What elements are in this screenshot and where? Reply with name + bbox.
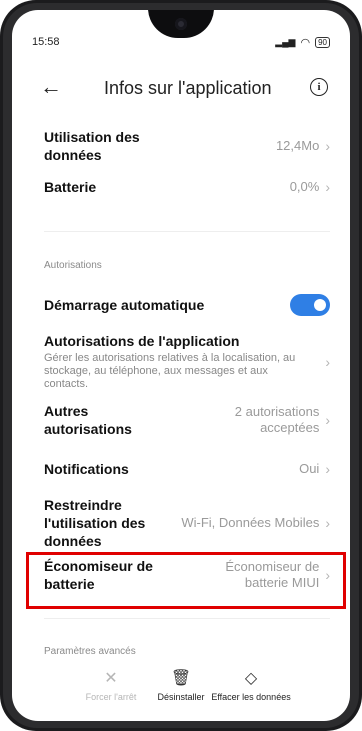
other-permissions-row[interactable]: Autres autorisations 2 autorisations acc… (44, 402, 330, 438)
status-time: 15:58 (32, 36, 60, 48)
signal-icon: ▂▄▆ (275, 36, 296, 47)
close-icon: ✕ (104, 670, 118, 687)
wifi-icon: ◠ (300, 36, 311, 49)
force-stop-button[interactable]: ✕ Forcer l'arrêt (78, 668, 144, 708)
divider (44, 231, 330, 232)
app-permissions-label: Autorisations de l'application (44, 333, 240, 349)
restrict-data-row[interactable]: Restreindre l'utilisation des données Wi… (44, 496, 330, 550)
camera-icon (175, 18, 187, 30)
uninstall-label: Désinstaller (157, 692, 205, 702)
other-permissions-label: Autres autorisations (44, 403, 132, 437)
clear-data-button[interactable]: ◇ Effacer les données (211, 668, 290, 708)
toggle-knob (314, 299, 326, 311)
info-icon[interactable]: i (310, 78, 328, 96)
chevron-right-icon: › (325, 461, 330, 477)
battery-label: Batterie (44, 179, 97, 195)
data-usage-value: 12,4Mo (275, 138, 320, 153)
other-permissions-value: 2 autorisations acceptées (234, 404, 320, 435)
notifications-label: Notifications (44, 461, 129, 477)
eraser-icon: ◇ (244, 670, 258, 687)
autostart-row[interactable]: Démarrage automatique (44, 294, 330, 316)
screen: 15:58 ▂▄▆ ◠ 90 ← Infos sur l'application… (12, 10, 350, 721)
notifications-row[interactable]: Notifications Oui › (44, 460, 330, 478)
battery-value: 0,0% (289, 179, 320, 194)
notifications-value: Oui (299, 461, 320, 476)
autostart-toggle[interactable] (290, 294, 330, 316)
status-icons: ▂▄▆ ◠ 90 (275, 36, 330, 49)
chevron-right-icon: › (325, 179, 330, 195)
section-permissions: Autorisations (44, 260, 102, 271)
app-permissions-subtitle: Gérer les autorisations relatives à la l… (44, 352, 296, 390)
app-bar: ← Infos sur l'application i (12, 68, 350, 108)
divider (44, 618, 330, 619)
restrict-data-label: Restreindre l'utilisation des données (44, 497, 146, 549)
chevron-right-icon: › (325, 515, 330, 531)
page-title: Infos sur l'application (104, 78, 272, 98)
trash-icon: 🗑 (170, 670, 192, 687)
uninstall-button[interactable]: 🗑 Désinstaller (148, 668, 214, 708)
chevron-right-icon: › (325, 138, 330, 154)
app-permissions-row[interactable]: Autorisations de l'application Gérer les… (44, 332, 330, 391)
phone-frame: 15:58 ▂▄▆ ◠ 90 ← Infos sur l'application… (0, 0, 362, 731)
chevron-right-icon: › (325, 412, 330, 428)
section-advanced: Paramètres avancés (44, 646, 136, 657)
autostart-label: Démarrage automatique (44, 297, 205, 313)
data-usage-row[interactable]: Utilisation des données 12,4Mo › (44, 128, 330, 164)
force-stop-label: Forcer l'arrêt (85, 692, 137, 702)
highlight-box (26, 552, 346, 609)
chevron-right-icon: › (325, 353, 330, 370)
battery-row[interactable]: Batterie 0,0% › (44, 178, 330, 196)
clear-data-label: Effacer les données (211, 692, 291, 702)
restrict-data-value: Wi-Fi, Données Mobiles (181, 515, 320, 530)
back-arrow-icon[interactable]: ← (40, 74, 62, 100)
status-bar: 15:58 ▂▄▆ ◠ 90 (32, 34, 330, 50)
bottom-action-bar: ✕ Forcer l'arrêt 🗑 Désinstaller ◇ Efface… (12, 668, 350, 708)
data-usage-label: Utilisation des données (44, 129, 140, 163)
battery-icon: 90 (315, 36, 330, 48)
